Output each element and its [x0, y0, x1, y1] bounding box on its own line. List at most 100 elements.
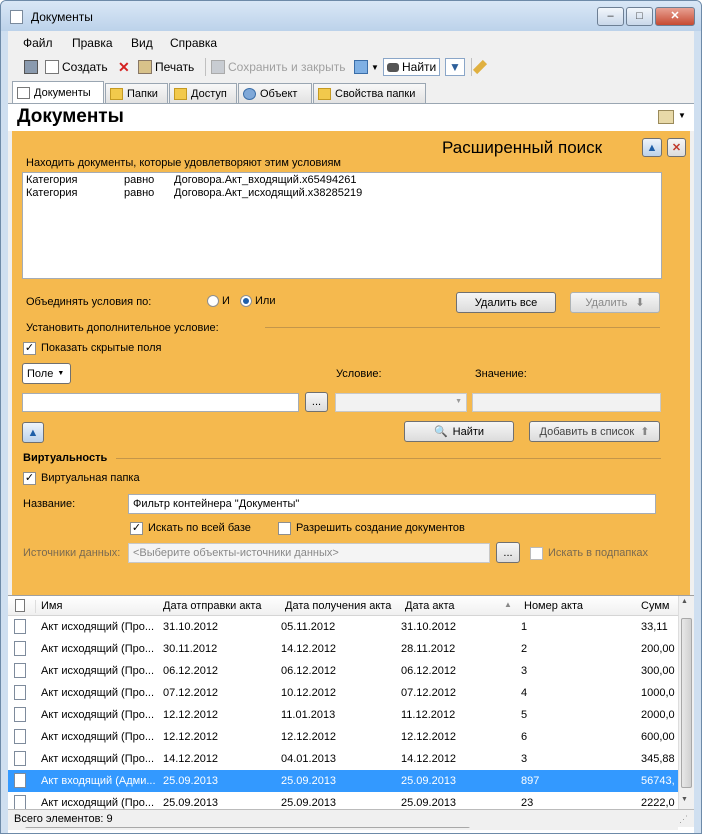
- scroll-down-icon[interactable]: ▼: [681, 796, 692, 810]
- add-to-list-button[interactable]: Добавить в список ⬆: [529, 421, 660, 442]
- magnifier-icon: 🔍: [433, 426, 448, 438]
- collapse-condition-button[interactable]: ▲: [22, 422, 44, 443]
- view-settings-icon[interactable]: [658, 110, 674, 124]
- tab-folder-properties[interactable]: Свойства папки: [313, 83, 426, 103]
- document-icon: [14, 729, 26, 744]
- menu-edit[interactable]: Правка: [72, 36, 113, 50]
- vertical-scrollbar[interactable]: ▲ ▼: [678, 596, 694, 814]
- condition-row[interactable]: Категория равно Договора.Акт_исходящий.x…: [23, 187, 659, 200]
- resize-grip-icon[interactable]: ⋰: [679, 814, 688, 825]
- save-and-close-button[interactable]: Сохранить и закрыть: [211, 58, 345, 76]
- table-cell: 14.12.2012: [401, 753, 457, 765]
- field-browse-button[interactable]: ...: [305, 392, 328, 412]
- table-cell: 25.09.2013: [281, 775, 337, 787]
- advanced-search-title: Расширенный поиск: [442, 138, 603, 157]
- advanced-search-panel: Расширенный поиск ▲ ✕ Находить документы…: [12, 131, 690, 595]
- view-mode-dropdown[interactable]: ▼: [354, 58, 379, 76]
- column-name[interactable]: Имя: [41, 600, 62, 612]
- column-sent-date[interactable]: Дата отправки акта: [163, 600, 261, 612]
- tab-folder-properties-label: Свойства папки: [335, 87, 416, 100]
- table-row[interactable]: Акт исходящий (Про... 12.12.2012 12.12.201…: [8, 726, 678, 748]
- minimize-button[interactable]: –: [597, 7, 624, 26]
- table-cell: Акт исходящий (Про...: [41, 687, 155, 699]
- filter-button[interactable]: ▼: [445, 58, 465, 76]
- table-row[interactable]: Акт входящий (Адми... 25.09.2013 25.09.201…: [8, 770, 678, 792]
- vertical-scroll-thumb[interactable]: [681, 618, 692, 788]
- tab-object[interactable]: Объект: [238, 83, 312, 103]
- collapse-search-button[interactable]: ▲: [642, 138, 662, 157]
- condition-field: Категория: [26, 174, 78, 186]
- virtual-folder-label: Виртуальная папка: [41, 472, 140, 484]
- show-hidden-checkbox[interactable]: ✓: [23, 342, 36, 355]
- close-window-button[interactable]: ✕: [655, 7, 695, 26]
- allow-create-checkbox[interactable]: [278, 522, 291, 535]
- combine-or-radio[interactable]: [240, 295, 252, 307]
- menu-view[interactable]: Вид: [131, 36, 153, 50]
- menu-file[interactable]: Файл: [23, 36, 53, 50]
- table-cell: 06.12.2012: [401, 665, 457, 677]
- scroll-up-icon[interactable]: ▲: [681, 598, 692, 612]
- menu-help[interactable]: Справка: [170, 36, 217, 50]
- document-icon: [14, 707, 26, 722]
- save-button[interactable]: [24, 58, 41, 76]
- sources-browse-button[interactable]: ...: [496, 542, 520, 563]
- create-button[interactable]: Создать: [45, 58, 108, 76]
- field-dropdown-value: Поле: [27, 367, 54, 380]
- table-row[interactable]: Акт исходящий (Про... 31.10.2012 05.11.201…: [8, 616, 678, 638]
- table-row[interactable]: Акт исходящий (Про... 30.11.2012 14.12.201…: [8, 638, 678, 660]
- field-input[interactable]: [22, 393, 299, 412]
- column-received-date[interactable]: Дата получения акта: [285, 600, 391, 612]
- status-bar: Всего элементов: 9 ⋰: [8, 809, 694, 827]
- table-row[interactable]: Акт исходящий (Про... 12.12.2012 11.01.201…: [8, 704, 678, 726]
- close-icon: ✕: [671, 142, 682, 154]
- table-cell: 300,00: [641, 665, 675, 677]
- table-row[interactable]: Акт исходящий (Про... 14.12.2012 04.01.201…: [8, 748, 678, 770]
- divider: [265, 327, 660, 328]
- floppy-disk-icon: [24, 60, 38, 74]
- search-subfolders-checkbox[interactable]: [530, 547, 543, 560]
- virtual-folder-checkbox[interactable]: ✓: [23, 472, 36, 485]
- menu-bar: Файл Правка Вид Справка: [8, 31, 694, 53]
- combine-and-radio[interactable]: [207, 295, 219, 307]
- print-button[interactable]: Печать: [138, 58, 194, 76]
- name-input[interactable]: Фильтр контейнера "Документы": [128, 494, 656, 514]
- page-header: Документы ▼: [8, 103, 694, 131]
- table-cell: 12.12.2012: [281, 731, 337, 743]
- app-window: Документы – □ ✕ Файл Правка Вид Справка …: [0, 0, 702, 834]
- condition-select[interactable]: ▼: [335, 393, 467, 412]
- arrow-up-icon: ⬆: [640, 426, 650, 438]
- maximize-button[interactable]: □: [626, 7, 653, 26]
- table-row[interactable]: Акт исходящий (Про... 07.12.2012 10.12.201…: [8, 682, 678, 704]
- find-toolbar-button[interactable]: Найти: [383, 58, 441, 76]
- chevron-down-icon[interactable]: ▼: [678, 111, 686, 120]
- condition-row[interactable]: Категория равно Договора.Акт_входящий.x6…: [23, 174, 659, 187]
- tab-folders-label: Папки: [127, 87, 158, 100]
- close-search-button[interactable]: ✕: [667, 138, 686, 157]
- table-row[interactable]: Акт исходящий (Про... 06.12.2012 06.12.201…: [8, 660, 678, 682]
- table-cell: 25.09.2013: [401, 797, 457, 809]
- delete-all-button[interactable]: Удалить все: [456, 292, 556, 313]
- delete-button[interactable]: ✕: [118, 58, 130, 76]
- column-amount[interactable]: Сумм: [641, 600, 669, 612]
- view-icon: [354, 60, 368, 74]
- value-input[interactable]: [472, 393, 661, 412]
- table-cell: 06.12.2012: [163, 665, 219, 677]
- client-area: Файл Правка Вид Справка Создать ✕ Печать…: [8, 31, 694, 833]
- create-label: Создать: [62, 60, 108, 74]
- tab-documents[interactable]: Документы: [12, 81, 104, 103]
- find-button[interactable]: 🔍 Найти: [404, 421, 514, 442]
- table-cell: 25.09.2013: [163, 797, 219, 809]
- conditions-list[interactable]: Категория равно Договора.Акт_входящий.x6…: [22, 172, 662, 279]
- tab-access[interactable]: Доступ: [169, 83, 237, 103]
- dropdown-arrow-icon: ▼: [455, 398, 462, 405]
- column-act-date[interactable]: Дата акта: [405, 600, 455, 612]
- tab-folders[interactable]: Папки: [105, 83, 168, 103]
- column-act-number[interactable]: Номер акта: [524, 600, 583, 612]
- search-all-checkbox[interactable]: ✓: [130, 522, 143, 535]
- arrow-down-icon: ⬇: [635, 297, 645, 309]
- sources-input[interactable]: <Выберите объекты-источники данных>: [128, 543, 490, 563]
- delete-condition-button[interactable]: Удалить ⬇: [570, 292, 660, 313]
- save-close-label: Сохранить и закрыть: [228, 60, 346, 74]
- properties-button[interactable]: [472, 58, 488, 76]
- field-dropdown[interactable]: Поле ▼: [22, 363, 71, 384]
